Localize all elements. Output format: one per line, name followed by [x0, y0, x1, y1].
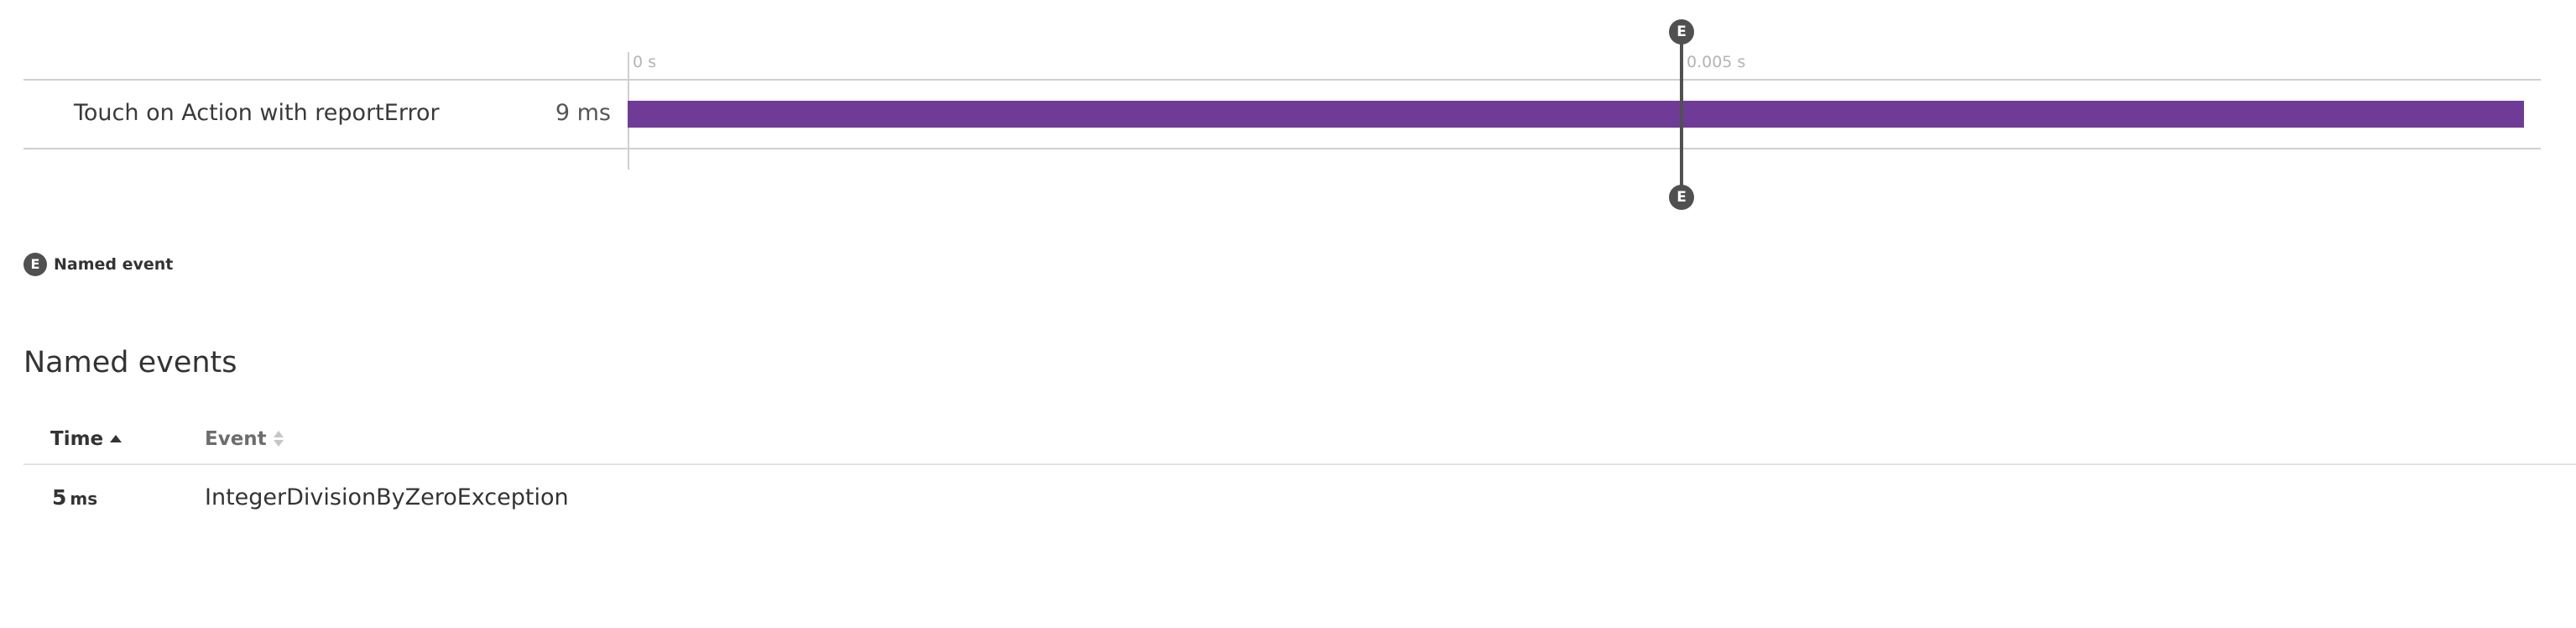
column-header-event-label: Event — [205, 428, 267, 450]
action-duration-bar-track — [628, 101, 2524, 128]
table-header: Time Event — [23, 420, 2576, 465]
table-row[interactable]: 5 ms IntegerDivisionByZeroException — [23, 465, 2576, 532]
action-row-duration: 9 ms — [555, 100, 611, 126]
event-time-cell: 5 ms — [52, 484, 97, 515]
timeline-legend: E Named event — [23, 252, 173, 277]
event-name-cell: IntegerDivisionByZeroException — [205, 484, 569, 510]
named-event-legend-label: Named event — [54, 255, 174, 274]
named-events-table: Time Event 5 ms IntegerDivisionByZeroExce… — [23, 420, 2576, 532]
column-header-event[interactable]: Event — [205, 427, 285, 452]
named-events-heading: Named events — [23, 346, 237, 379]
timeline-bottom-divider — [23, 148, 2541, 149]
tick-label-mid: 0.005 s — [1687, 53, 1746, 71]
column-header-time-label: Time — [50, 428, 104, 450]
event-time-value: 5 — [52, 485, 67, 510]
named-event-marker-top-icon[interactable]: E — [1669, 19, 1694, 44]
waterfall-timeline: 0 s 0.005 s Touch on Action with reportE… — [0, 0, 2576, 227]
named-event-legend-icon: E — [23, 253, 47, 276]
sort-unsorted-icon — [273, 430, 285, 448]
action-row-label[interactable]: Touch on Action with reportError — [74, 99, 440, 128]
sort-ascending-icon — [110, 430, 123, 448]
event-time-unit: ms — [70, 489, 98, 509]
named-event-marker-line[interactable] — [1680, 30, 1683, 196]
named-event-marker-bottom-icon[interactable]: E — [1669, 185, 1694, 210]
timeline-top-divider — [23, 79, 2541, 81]
column-header-time[interactable]: Time — [50, 427, 123, 452]
tick-label-start: 0 s — [633, 53, 657, 71]
action-duration-bar[interactable] — [628, 101, 2524, 128]
